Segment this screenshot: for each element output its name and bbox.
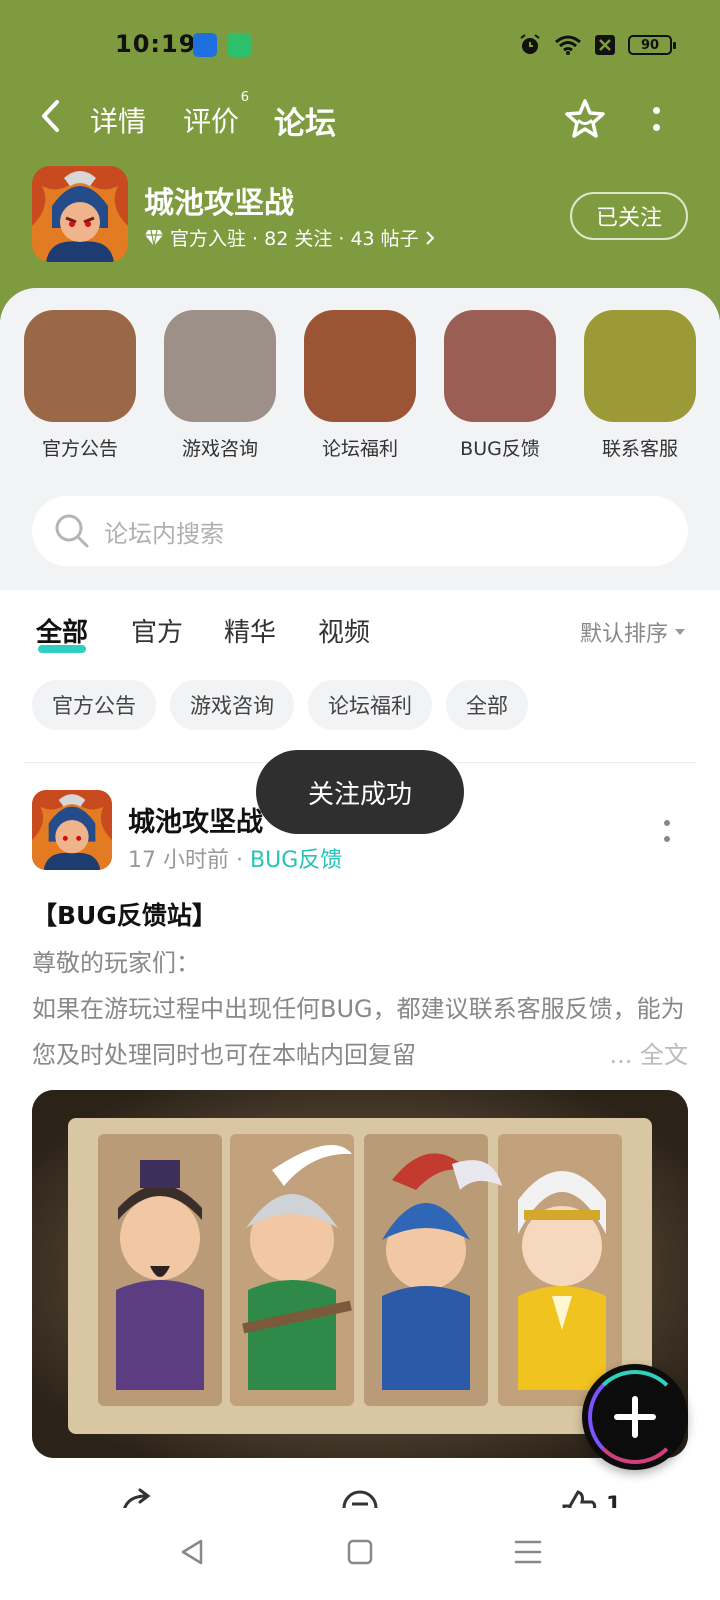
post-board-link[interactable]: BUG反馈 xyxy=(250,848,342,873)
category-label: 官方公告 xyxy=(41,438,118,460)
category-official-announcement[interactable]: 官方公告 xyxy=(24,310,136,461)
game-title: 城池攻坚战 xyxy=(144,186,294,221)
status-bar: 10:19 90 xyxy=(0,30,720,62)
sort-label: 默认排序 xyxy=(579,622,668,647)
category-thumbnail xyxy=(24,310,136,422)
diamond-icon xyxy=(145,229,163,246)
more-options-button[interactable] xyxy=(646,104,666,134)
tab-label: 论坛 xyxy=(274,106,336,142)
category-thumbnail xyxy=(164,310,276,422)
game-stats: 官方入驻 · 82 关注 · 43 帖子 xyxy=(170,228,419,250)
back-arrow-icon xyxy=(42,100,59,132)
tab-label: 评价 xyxy=(183,105,240,138)
category-contact-support[interactable]: 联系客服 xyxy=(584,310,696,461)
comment-icon[interactable] xyxy=(340,1488,380,1508)
system-nav-bar xyxy=(0,1512,720,1600)
category-label: 论坛福利 xyxy=(321,438,398,460)
caret-down-icon xyxy=(675,629,685,635)
chip-official-announcement[interactable]: 官方公告 xyxy=(32,680,156,730)
post-body-line: 尊敬的玩家们： xyxy=(32,949,200,977)
notification-app-icon xyxy=(227,33,251,57)
filter-tab-label: 全部 xyxy=(36,618,89,648)
toast-message: 关注成功 xyxy=(256,750,464,834)
post-actions: 1 xyxy=(0,1488,720,1508)
post-time: 17 小时前 xyxy=(128,848,229,873)
read-more[interactable]: ... 全文 xyxy=(603,1032,688,1078)
alarm-icon xyxy=(520,34,540,54)
like-count: 1 xyxy=(606,1493,622,1508)
filter-tab-featured[interactable]: 精华 xyxy=(224,612,276,649)
post-body-line: 如果在游玩过程中出现任何BUG，都建议联系客服反馈，能为您及时处理同时也可在本帖… xyxy=(32,995,685,1069)
no-sim-icon xyxy=(595,35,615,55)
category-thumbnail xyxy=(444,310,556,422)
forum-search-input[interactable]: 论坛内搜索 xyxy=(32,496,688,566)
category-label: BUG反馈 xyxy=(460,438,540,460)
filter-tab-label: 官方 xyxy=(131,618,184,648)
category-thumbnail xyxy=(584,310,696,422)
category-label: 联系客服 xyxy=(601,438,678,460)
forum-header: 10:19 90 详情 评价 6 论坛 城池攻坚战 官方入驻 · 82 关注 ·… xyxy=(0,0,720,320)
wifi-icon xyxy=(555,35,581,55)
create-post-button[interactable] xyxy=(582,1364,688,1470)
meta-separator: · xyxy=(236,848,243,873)
chip-all[interactable]: 全部 xyxy=(446,680,528,730)
post-excerpt: 尊敬的玩家们： 如果在游玩过程中出现任何BUG，都建议联系客服反馈，能为您及时处… xyxy=(32,940,688,1078)
chip-forum-benefits[interactable]: 论坛福利 xyxy=(308,680,432,730)
ellipsis: ... xyxy=(609,1041,633,1069)
filter-tab-official[interactable]: 官方 xyxy=(131,612,183,649)
followed-button[interactable]: 已关注 xyxy=(570,192,688,240)
filter-tab-label: 视频 xyxy=(318,618,371,648)
filter-tab-all[interactable]: 全部 xyxy=(36,612,89,653)
review-count-badge: 6 xyxy=(240,90,250,105)
tab-reviews[interactable]: 评价 6 xyxy=(183,90,249,140)
star-icon xyxy=(565,99,605,138)
post-body-wrap: 如果在游玩过程中出现任何BUG，都建议联系客服反馈，能为您及时处理同时也可在本帖… xyxy=(32,986,688,1078)
category-list: 官方公告 游戏咨询 论坛福利 BUG反馈 联系客服 xyxy=(24,310,696,461)
sort-dropdown[interactable]: 默认排序 xyxy=(580,616,686,648)
post-meta: 17 小时前 · BUG反馈 xyxy=(128,842,342,874)
tab-label: 详情 xyxy=(90,105,147,138)
game-meta[interactable]: 官方入驻 · 82 关注 · 43 帖子 xyxy=(144,224,435,251)
share-icon[interactable] xyxy=(120,1488,160,1508)
board-chips: 官方公告 游戏咨询 论坛福利 全部 xyxy=(32,680,528,730)
favorite-button[interactable] xyxy=(562,96,608,142)
search-icon xyxy=(55,514,89,548)
notification-app-icon xyxy=(193,33,217,57)
like-button[interactable]: 1 xyxy=(558,1488,621,1508)
system-recents-button[interactable] xyxy=(508,1532,548,1572)
status-indicators: 90 xyxy=(518,33,676,57)
filter-tab-video[interactable]: 视频 xyxy=(318,612,370,649)
fab-ring xyxy=(588,1370,682,1464)
search-placeholder: 论坛内搜索 xyxy=(104,519,224,548)
post-filter-tabs: 全部 官方 精华 视频 默认排序 xyxy=(36,612,686,662)
square-home-icon xyxy=(347,1539,373,1565)
back-button[interactable] xyxy=(30,96,70,136)
thumbs-up-icon xyxy=(562,1490,597,1508)
filter-tab-label: 精华 xyxy=(224,618,277,648)
read-more-link: 全文 xyxy=(640,1041,688,1069)
author-avatar[interactable] xyxy=(32,790,112,870)
tab-details[interactable]: 详情 xyxy=(90,100,146,140)
system-home-button[interactable] xyxy=(340,1532,380,1572)
post-title: 【BUG反馈站】 xyxy=(32,901,217,930)
chevron-right-icon xyxy=(425,230,435,245)
tab-forum[interactable]: 论坛 xyxy=(274,98,336,144)
triangle-back-icon xyxy=(181,1539,203,1565)
game-app-icon[interactable] xyxy=(32,166,128,262)
top-nav: 详情 评价 6 论坛 xyxy=(0,88,720,148)
category-thumbnail xyxy=(304,310,416,422)
category-forum-benefits[interactable]: 论坛福利 xyxy=(304,310,416,461)
category-bug-feedback[interactable]: BUG反馈 xyxy=(444,310,556,461)
category-panel: 官方公告 游戏咨询 论坛福利 BUG反馈 联系客服 论坛内搜索 xyxy=(0,288,720,590)
system-back-button[interactable] xyxy=(172,1532,212,1572)
post-more-button[interactable] xyxy=(662,820,672,842)
game-info: 城池攻坚战 官方入驻 · 82 关注 · 43 帖子 已关注 xyxy=(32,166,688,266)
menu-lines-icon xyxy=(514,1540,542,1564)
category-game-inquiry[interactable]: 游戏咨询 xyxy=(164,310,276,461)
battery-indicator: 90 xyxy=(628,35,676,55)
post-author-name[interactable]: 城池攻坚战 xyxy=(128,800,263,839)
category-label: 游戏咨询 xyxy=(181,438,258,460)
chip-game-inquiry[interactable]: 游戏咨询 xyxy=(170,680,294,730)
status-time: 10:19 xyxy=(115,30,197,58)
